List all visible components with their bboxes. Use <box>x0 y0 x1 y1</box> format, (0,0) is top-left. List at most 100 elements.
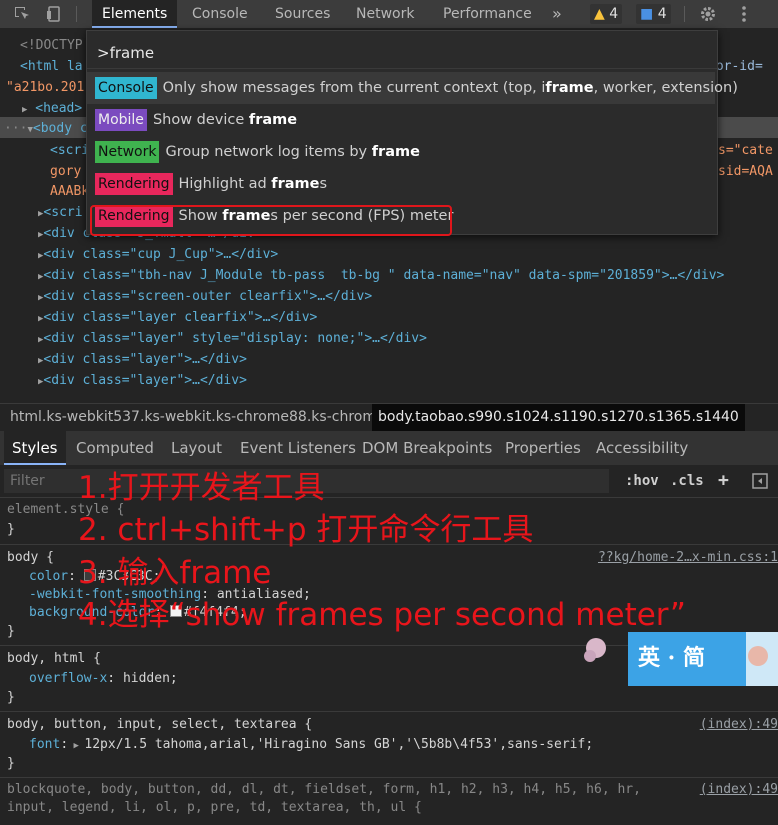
tab-dom-breakpoints[interactable]: DOM Breakpoints <box>354 431 500 465</box>
html-attr-line: "a21bo.201 <box>6 78 84 98</box>
item-text-match: frame <box>545 80 594 96</box>
device-toolbar-icon[interactable] <box>44 4 64 24</box>
html-line[interactable]: <html la <box>20 57 83 77</box>
item-text-before: Show device <box>152 112 249 128</box>
more-tabs-button[interactable]: » <box>542 0 572 28</box>
doctype-line[interactable]: <!DOCTYP <box>20 36 83 56</box>
rule-close-brace: } <box>7 690 15 705</box>
tab-layout[interactable]: Layout <box>163 431 230 465</box>
tab-network[interactable]: Network <box>346 0 424 28</box>
item-text-before: Only show messages from the current cont… <box>162 80 546 96</box>
div-line[interactable]: ▶<div class="layer" style="display: none… <box>38 329 427 349</box>
expand-triangle-icon[interactable]: ▶ <box>68 741 84 751</box>
tab-event-listeners[interactable]: Event Listeners <box>232 431 364 465</box>
class-toggle[interactable]: .cls <box>670 469 704 493</box>
warning-icon: ▲ <box>594 6 605 22</box>
item-text-match: frame <box>371 144 420 160</box>
rule-selector[interactable]: body { <box>7 549 54 567</box>
rule-reset: blockquote, body, button, dd, dl, dt, fi… <box>0 778 778 825</box>
tree-line-text: <scri <box>43 205 83 220</box>
rule-source-link[interactable]: (index):49 <box>700 781 778 799</box>
annotation-step-2: 2. ctrl+shift+p 打开命令行工具 <box>78 512 534 548</box>
script-attr-line: gory <box>50 162 81 182</box>
add-rule-button[interactable]: + <box>718 469 729 493</box>
item-text-match: frame <box>271 176 320 192</box>
body-line[interactable]: ···▼<body c <box>4 119 88 139</box>
item-text-after: s <box>319 176 328 192</box>
script-line[interactable]: <scri <box>50 141 89 161</box>
category-badge: Console <box>95 77 157 99</box>
breadcrumb-html[interactable]: html.ks-webkit537.ks-webkit.ks-chrome88.… <box>4 404 391 431</box>
category-badge: Rendering <box>95 173 173 195</box>
tree-line-text: "a21bo.201 <box>6 80 85 95</box>
expand-triangle-icon[interactable]: ▶ <box>22 105 27 115</box>
palette-item-console-frame[interactable]: Console Only show messages from the curre… <box>87 72 738 104</box>
inspect-element-icon[interactable] <box>12 4 32 24</box>
hover-state-toggle[interactable]: :hov <box>625 469 659 493</box>
palette-item-network-frame[interactable]: Network Group network log items by frame <box>87 136 715 168</box>
toggle-sidebar-icon[interactable] <box>750 471 770 491</box>
selector-text: body <box>7 550 39 565</box>
item-text-before: Group network log items by <box>165 144 372 160</box>
more-dots-icon: ··· <box>4 121 28 136</box>
tree-line-text: <div class="layer" style="display: none;… <box>43 331 427 346</box>
gear-icon[interactable] <box>698 4 718 24</box>
script-line-2[interactable]: ▶<scri <box>38 203 83 223</box>
div-line[interactable]: ▶<div class="layer clearfix">…</div> <box>38 308 317 328</box>
tab-accessibility[interactable]: Accessibility <box>588 431 696 465</box>
tree-line-text: gory <box>50 164 82 179</box>
rule-source-link[interactable]: (index):49 <box>700 716 778 734</box>
toolbar-divider <box>684 6 685 22</box>
tab-performance[interactable]: Performance <box>433 0 542 28</box>
rule-close-brace: } <box>7 522 15 537</box>
property-font[interactable]: font: ▶ 12px/1.5 tahoma,arial,'Hiragino … <box>29 736 593 754</box>
tab-computed[interactable]: Computed <box>68 431 162 465</box>
category-badge: Mobile <box>95 109 147 131</box>
tree-line-text: <html la <box>20 59 83 74</box>
palette-item-rendering-ad-frames[interactable]: Rendering Highlight ad frames <box>87 168 715 200</box>
warnings-count: 4 <box>609 6 619 22</box>
script-line-tail: s="cate <box>718 141 773 161</box>
messages-count: 4 <box>657 6 667 22</box>
tab-sources[interactable]: Sources <box>265 0 340 28</box>
div-line[interactable]: ▶<div class="layer">…</div> <box>38 350 247 370</box>
tree-line-text: sid=AQA <box>718 164 773 179</box>
styles-pane-tabs: Styles Computed Layout Event Listeners D… <box>0 431 778 465</box>
breadcrumb: html.ks-webkit537.ks-webkit.ks-chrome88.… <box>0 403 778 432</box>
head-line[interactable]: ▶ <head> <box>22 99 82 119</box>
rule-source-link[interactable]: ??kg/home-2…x-min.css:1 <box>598 549 778 567</box>
property-name: overflow-x <box>29 671 108 686</box>
annotation-step-1: 1.打开开发者工具 <box>78 470 325 506</box>
rule-selector[interactable]: blockquote, body, button, dd, dl, dt, fi… <box>7 781 641 799</box>
palette-item-mobile-frame[interactable]: Mobile Show device frame <box>87 104 715 136</box>
tree-line-text: AAABk <box>50 184 90 199</box>
warnings-badge[interactable]: ▲ 4 <box>590 4 623 24</box>
property-name: color <box>29 569 69 584</box>
div-line[interactable]: ▶<div class="screen-outer clearfix">…</d… <box>38 287 372 307</box>
command-palette-input[interactable]: >frame <box>87 37 717 69</box>
tab-elements[interactable]: Elements <box>92 0 178 28</box>
property-overflow-x[interactable]: overflow-x: hidden; <box>29 670 178 688</box>
item-text-after: , worker, extension) <box>593 80 738 96</box>
div-line[interactable]: ▶<div class="tbh-nav J_Module tb-pass tb… <box>38 266 724 286</box>
rule-close-brace: } <box>7 624 15 639</box>
rule-close-brace: } <box>7 756 15 771</box>
tab-console[interactable]: Console <box>182 0 258 28</box>
rule-selector[interactable]: body, html { <box>7 650 101 668</box>
item-text-match: frame <box>248 112 298 128</box>
tab-styles[interactable]: Styles <box>4 431 66 465</box>
toolbar-divider <box>76 6 77 22</box>
rule-selector[interactable]: body, button, input, select, textarea { <box>7 716 312 734</box>
breadcrumb-body[interactable]: body.taobao.s990.s1024.s1190.s1270.s1365… <box>372 404 745 431</box>
category-badge: Network <box>95 141 160 163</box>
messages-badge[interactable]: ■ 4 <box>636 4 671 24</box>
tree-line-text: <div class="screen-outer clearfix">…</di… <box>43 289 373 304</box>
div-line[interactable]: ▶<div class="cup J_Cup">…</div> <box>38 245 278 265</box>
tree-line-text: <div class="layer clearfix">…</div> <box>43 310 318 325</box>
script-attr-line-2: AAABk <box>50 182 89 202</box>
tree-line-text: <div class="layer">…</div> <box>43 352 247 367</box>
tab-properties[interactable]: Properties <box>497 431 589 465</box>
annotation-step-3: 3. 输入frame <box>78 555 272 591</box>
kebab-menu-icon[interactable] <box>734 4 754 24</box>
div-line[interactable]: ▶<div class="layer">…</div> <box>38 371 247 391</box>
